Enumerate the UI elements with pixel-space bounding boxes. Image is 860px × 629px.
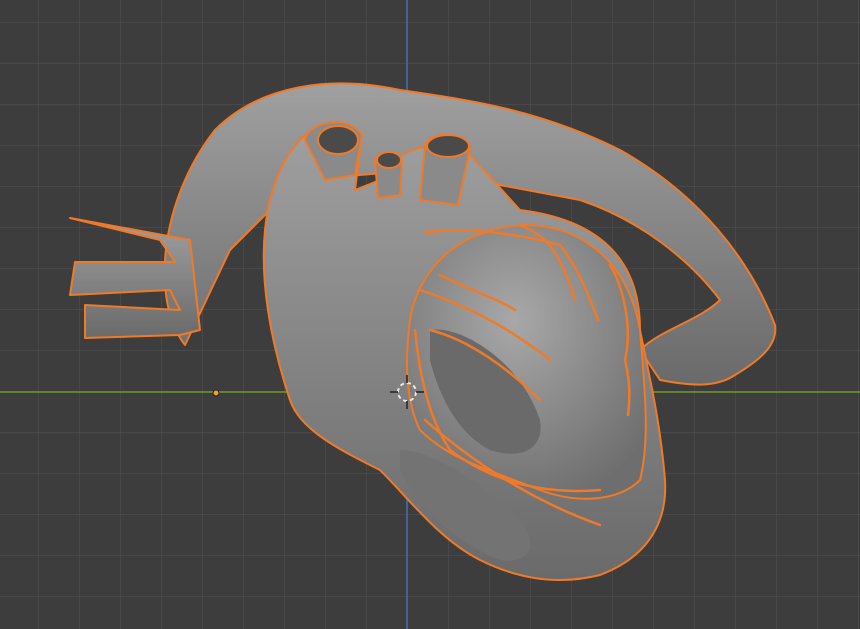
3d-viewport[interactable] — [0, 0, 860, 629]
viewport-canvas[interactable] — [0, 0, 860, 629]
heart-model[interactable] — [69, 82, 777, 581]
vessel-2-opening — [376, 151, 402, 169]
object-origin-icon[interactable] — [212, 389, 220, 397]
vessel-1-opening — [317, 125, 359, 155]
vessel-3-opening — [426, 134, 470, 158]
